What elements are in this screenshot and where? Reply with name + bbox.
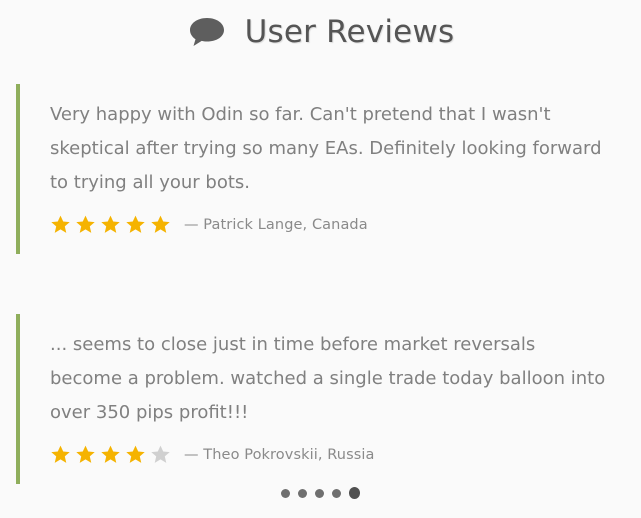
star-icon (126, 215, 145, 233)
star-icon (126, 445, 145, 463)
review-card: ... seems to close just in time before m… (16, 314, 616, 484)
pager-dot[interactable] (281, 488, 290, 498)
pager-dot[interactable] (298, 488, 307, 498)
review-author: — Patrick Lange, Canada (184, 216, 368, 233)
pager-dot[interactable] (315, 488, 324, 498)
star-rating (50, 444, 175, 465)
review-card: Very happy with Odin so far. Can't prete… (16, 84, 616, 254)
review-author: — Theo Pokrovskii, Russia (184, 446, 375, 463)
star-rating (50, 214, 175, 235)
review-text: Very happy with Odin so far. Can't prete… (50, 104, 602, 193)
star-icon (101, 215, 120, 233)
star-icon (76, 445, 95, 463)
star-icon (151, 215, 170, 233)
pager-dot-active[interactable] (349, 487, 360, 499)
section-header: User Reviews (0, 12, 641, 52)
reviews-section: User Reviews Very happy with Odin so far… (0, 0, 641, 518)
chat-bubble-icon (189, 18, 224, 46)
review-text: ... seems to close just in time before m… (50, 334, 606, 423)
pager-dot[interactable] (332, 488, 341, 498)
review-meta: — Patrick Lange, Canada (50, 214, 616, 235)
star-icon (76, 215, 95, 233)
review-meta: — Theo Pokrovskii, Russia (50, 444, 616, 465)
star-icon (51, 215, 70, 233)
section-title: User Reviews (244, 14, 455, 50)
star-icon (101, 445, 120, 463)
star-empty-icon (151, 445, 170, 463)
carousel-pager (0, 487, 641, 499)
star-icon (51, 445, 70, 463)
